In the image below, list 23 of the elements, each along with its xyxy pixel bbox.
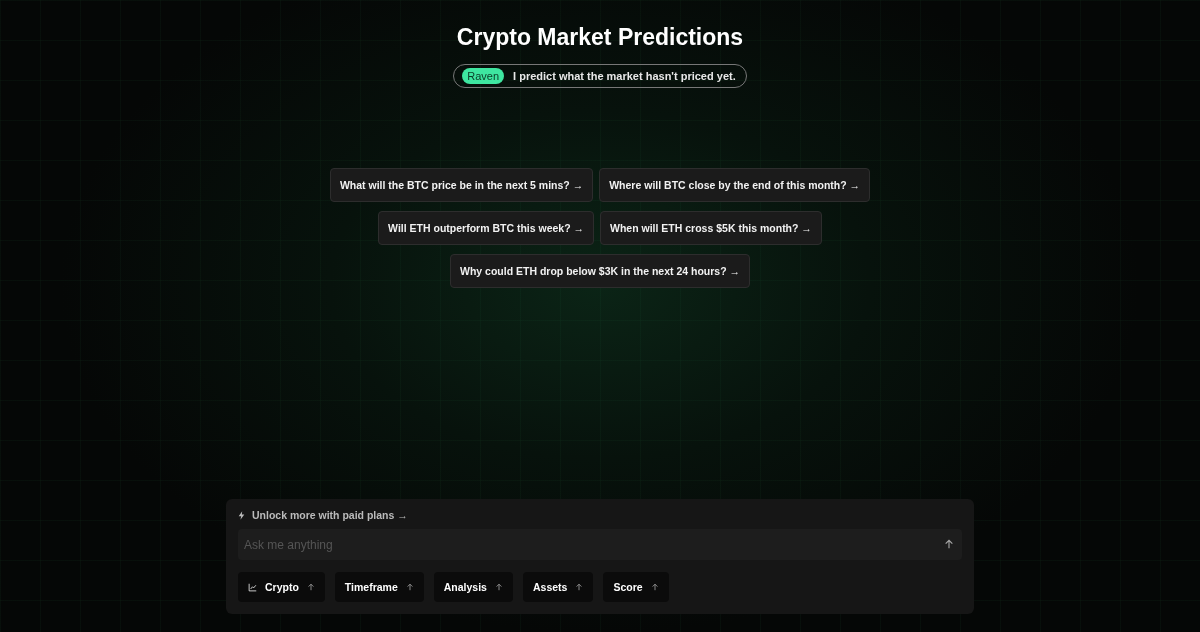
filter-chip[interactable]: Timeframe: [334, 572, 424, 602]
up-arrow-icon: [575, 583, 584, 591]
filter-chip[interactable]: Score: [603, 572, 669, 602]
chart-icon: [248, 582, 257, 592]
up-arrow-icon: [494, 583, 503, 591]
page-title: Crypto Market Predictions: [456, 23, 744, 52]
up-arrow-icon: [306, 583, 315, 591]
filter-chip[interactable]: Analysis: [433, 572, 513, 602]
suggestion-button[interactable]: When will ETH cross $5K this month? →: [600, 211, 822, 245]
suggestion-button[interactable]: Where will BTC close by the end of this month? →: [599, 168, 871, 202]
filter-chip[interactable]: Assets: [522, 572, 594, 602]
tagline-text: I predict what the market hasn't priced yet.: [513, 70, 736, 82]
chat-input-field[interactable]: Ask me anything: [238, 529, 962, 560]
up-arrow-icon: [405, 583, 414, 591]
suggestion-button[interactable]: What will the BTC price be in the next 5 mins? →: [329, 168, 594, 202]
suggestion-button[interactable]: Why could ETH drop below $3K in the next 24 hours? →: [449, 254, 750, 288]
upgrade-link[interactable]: Unlock more with paid plans →: [252, 509, 408, 521]
filter-chip[interactable]: Crypto: [238, 572, 325, 602]
name-badge: Raven: [462, 68, 505, 84]
suggestion-button[interactable]: Will ETH outperform BTC this week? →: [378, 211, 594, 245]
lightning-icon: [238, 510, 245, 520]
send-arrow-icon[interactable]: [944, 539, 954, 549]
up-arrow-icon: [650, 583, 659, 591]
